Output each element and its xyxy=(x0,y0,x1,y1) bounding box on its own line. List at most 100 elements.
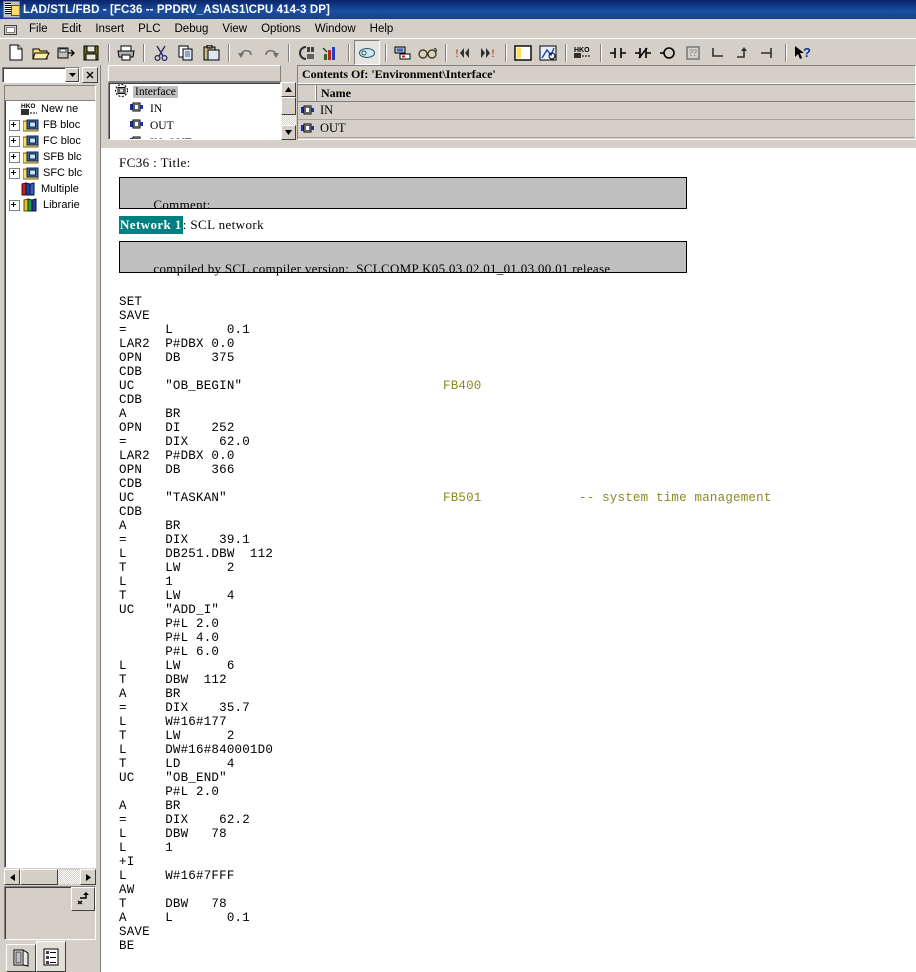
new-icon[interactable] xyxy=(4,41,28,64)
stl-line[interactable]: T DBW 112 xyxy=(119,673,916,687)
scroll-up-icon[interactable] xyxy=(281,82,296,97)
tree-item-sfb-blc[interactable]: SFB blc xyxy=(5,149,95,165)
hscroll-thumb[interactable] xyxy=(20,869,58,885)
tree-item-new-ne[interactable]: HKO New ne xyxy=(5,101,95,117)
document-control-icon[interactable] xyxy=(2,22,18,36)
vscroll-track[interactable] xyxy=(281,115,296,125)
menu-plc[interactable]: PLC xyxy=(131,21,167,37)
stl-line[interactable]: L DBW 78 xyxy=(119,827,916,841)
pane-combo-box[interactable] xyxy=(2,67,80,83)
left-pane-hscrollbar[interactable] xyxy=(4,869,96,885)
expand-icon[interactable] xyxy=(9,135,20,147)
menu-options[interactable]: Options xyxy=(254,21,308,37)
interface-root-node[interactable]: Interface xyxy=(109,83,280,100)
code-view[interactable]: FC36 : Title: Comment: Network 1: SCL ne… xyxy=(101,150,916,972)
scroll-down-icon[interactable] xyxy=(281,125,296,140)
close-pane-button[interactable] xyxy=(82,67,98,83)
contents-row-out[interactable]: OUT xyxy=(298,120,915,138)
stl-line[interactable]: = DIX 35.7 xyxy=(119,701,916,715)
overview-icon[interactable] xyxy=(511,41,535,64)
redo-icon[interactable] xyxy=(259,41,283,64)
monitor-icon[interactable] xyxy=(354,40,380,65)
stl-line[interactable]: UC "TASKAN" FB501 -- system time managemen… xyxy=(119,491,916,505)
stl-line[interactable]: CDB xyxy=(119,477,916,491)
branch-close-icon[interactable] xyxy=(731,41,755,64)
stl-line[interactable]: L W#16#177 xyxy=(119,715,916,729)
stl-line[interactable]: L DW#16#840001D0 xyxy=(119,743,916,757)
open-icon[interactable] xyxy=(29,41,53,64)
coil-icon[interactable] xyxy=(656,41,680,64)
contents-row-in_out[interactable]: IN_OUT xyxy=(298,138,915,139)
stl-line[interactable]: A BR xyxy=(119,799,916,813)
stl-line[interactable]: CDB xyxy=(119,365,916,379)
stl-line[interactable]: L W#16#7FFF xyxy=(119,869,916,883)
stl-line[interactable]: P#L 6.0 xyxy=(119,645,916,659)
contact-nc-icon[interactable] xyxy=(631,41,655,64)
stl-line[interactable]: AW xyxy=(119,883,916,897)
print-icon[interactable] xyxy=(114,41,138,64)
stl-line[interactable]: A L 0.1 xyxy=(119,911,916,925)
stl-line[interactable]: SAVE xyxy=(119,309,916,323)
stl-line[interactable]: T DBW 78 xyxy=(119,897,916,911)
stl-line[interactable]: LAR2 P#DBX 0.0 xyxy=(119,449,916,463)
stl-line[interactable]: L 1 xyxy=(119,575,916,589)
stl-line[interactable]: SAVE xyxy=(119,925,916,939)
stl-line[interactable]: UC "OB_BEGIN" FB400 xyxy=(119,379,916,393)
tree-item-multiple[interactable]: Multiple xyxy=(5,181,95,197)
tree-item-sfc-blc[interactable]: SFC blc xyxy=(5,165,95,181)
stl-line[interactable]: = DIX 62.2 xyxy=(119,813,916,827)
stl-line[interactable]: = L 0.1 xyxy=(119,323,916,337)
stl-statement-list[interactable]: SET SAVE = L 0.1 LAR2 P#DBX 0.0 OPN DB 375… xyxy=(101,295,916,953)
scroll-left-icon[interactable] xyxy=(4,869,20,885)
hscroll-track[interactable] xyxy=(58,870,80,884)
menu-insert[interactable]: Insert xyxy=(88,21,131,37)
stl-line[interactable]: LAR2 P#DBX 0.0 xyxy=(119,337,916,351)
tree-item-librarie[interactable]: Librarie xyxy=(5,197,95,213)
stl-line[interactable]: BE xyxy=(119,939,916,953)
tab-program-elements[interactable] xyxy=(6,944,36,972)
stl-line[interactable]: OPN DB 375 xyxy=(119,351,916,365)
stl-line[interactable]: UC "OB_END" xyxy=(119,771,916,785)
expand-icon[interactable] xyxy=(9,151,20,163)
stl-line[interactable]: P#L 2.0 xyxy=(119,785,916,799)
branch-end-icon[interactable] xyxy=(756,41,780,64)
undo-icon[interactable] xyxy=(234,41,258,64)
stl-line[interactable]: P#L 2.0 xyxy=(119,617,916,631)
error-next-icon[interactable]: ! xyxy=(476,41,500,64)
stl-line[interactable]: T LW 2 xyxy=(119,729,916,743)
stl-line[interactable]: = DIX 39.1 xyxy=(119,533,916,547)
error-prev-icon[interactable]: ! xyxy=(451,41,475,64)
menu-edit[interactable]: Edit xyxy=(55,21,89,37)
expand-icon[interactable] xyxy=(9,199,20,211)
tree-item-fc-bloc[interactable]: FC bloc xyxy=(5,133,95,149)
tab-call-structure[interactable] xyxy=(36,941,66,972)
menu-debug[interactable]: Debug xyxy=(168,21,216,37)
stl-line[interactable]: P#L 4.0 xyxy=(119,631,916,645)
save-icon[interactable] xyxy=(79,41,103,64)
stl-line[interactable]: OPN DB 366 xyxy=(119,463,916,477)
stl-line[interactable]: A BR xyxy=(119,519,916,533)
upload-icon[interactable] xyxy=(319,41,343,64)
menu-help[interactable]: Help xyxy=(363,21,401,37)
stl-line[interactable]: L LW 6 xyxy=(119,659,916,673)
interface-node-in[interactable]: IN xyxy=(109,100,280,117)
interface-node-in_out[interactable]: IN_OUT xyxy=(109,134,280,139)
interface-node-out[interactable]: OUT xyxy=(109,117,280,134)
stl-line[interactable]: CDB xyxy=(119,505,916,519)
tree-item-fb-bloc[interactable]: FB bloc xyxy=(5,117,95,133)
stl-line[interactable]: OPN DI 252 xyxy=(119,421,916,435)
program-elements-tree[interactable]: HKO New ne FB bloc FC bloc SFB blc SFC blc Mul… xyxy=(4,85,96,868)
jump-to-icon[interactable] xyxy=(71,887,95,911)
network-header[interactable]: Network 1: SCL network xyxy=(119,216,916,234)
stl-line[interactable]: SET xyxy=(119,295,916,309)
stl-line[interactable]: L DB251.DBW 112 xyxy=(119,547,916,561)
menu-view[interactable]: View xyxy=(215,21,254,37)
network-icon[interactable]: HKO xyxy=(571,41,595,64)
paste-icon[interactable] xyxy=(199,41,223,64)
symbol-table-icon[interactable] xyxy=(536,41,560,64)
contact-no-icon[interactable] xyxy=(606,41,630,64)
expand-icon[interactable] xyxy=(9,167,20,179)
stl-line[interactable]: T LW 4 xyxy=(119,589,916,603)
network-comment-box[interactable]: compiled by SCL compiler version: SCLCOM… xyxy=(119,241,687,276)
copy-icon[interactable] xyxy=(174,41,198,64)
